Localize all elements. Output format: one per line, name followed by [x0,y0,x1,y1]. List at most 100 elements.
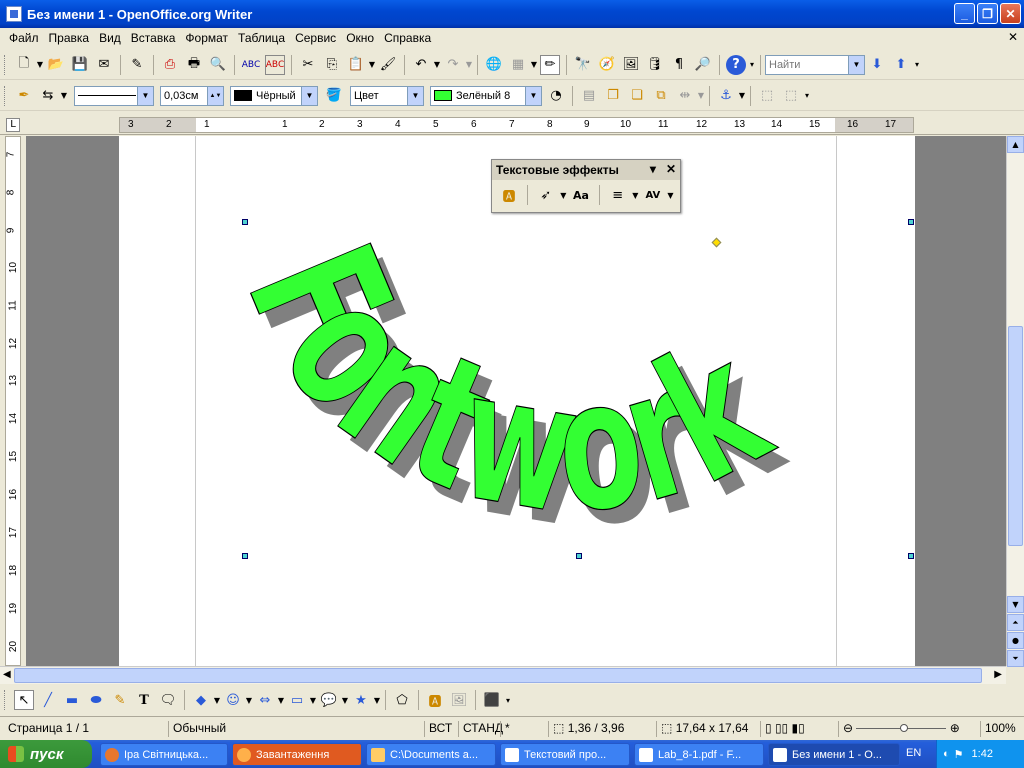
close-button[interactable]: ✕ [1000,3,1021,24]
table-dropdown-icon[interactable]: ▼ [530,55,538,75]
close-icon[interactable]: ✕ [666,162,676,176]
document-workarea[interactable]: Fontwork Fontwork [26,136,1006,666]
menu-view[interactable]: Вид [94,31,126,45]
print-icon[interactable]: 🖶 [184,55,204,75]
toolbar-menu-icon[interactable]: ▾ [650,162,656,176]
redo-icon[interactable]: ↷ [443,55,463,75]
clone-formatting-icon[interactable]: 🖌 [378,55,398,75]
fontwork-gallery-icon[interactable]: 🅰 [425,690,445,710]
multi-page-view-icon[interactable]: ▯▯ [775,721,788,735]
rectangle-tool-icon[interactable]: ▬ [62,690,82,710]
fontwork-toolbar-titlebar[interactable]: Текстовые эффекты ▾ ✕ [492,160,680,180]
fontwork-gallery-icon[interactable]: 🅰 [500,185,518,205]
callout-tool-icon[interactable]: 🗨 [158,690,178,710]
export-pdf-icon[interactable]: ⎙ [160,55,180,75]
hyperlink-icon[interactable]: 🌐 [484,55,504,75]
basic-shapes-icon[interactable]: ◆ [191,690,211,710]
menu-help[interactable]: Справка [379,31,436,45]
block-arrows-dropdown-icon[interactable]: ▼ [277,690,285,710]
print-preview-icon[interactable]: 🔍 [208,55,228,75]
toolbar-overflow-icon[interactable]: ▾ [748,55,756,75]
flowchart-icon[interactable]: ▭ [287,690,307,710]
fontwork-character-spacing-icon[interactable]: AV [644,185,662,205]
extrusion-icon[interactable]: ⬛ [482,690,502,710]
arrow-style-dropdown-icon[interactable]: ▼ [60,86,68,106]
horizontal-scroll-thumb[interactable] [14,668,982,683]
open-folder-icon[interactable]: 📂 [46,55,66,75]
menu-edit[interactable]: Правка [44,31,95,45]
chevron-down-icon[interactable]: ▼ [301,86,317,105]
status-page[interactable]: Страница 1 / 1 [8,721,89,737]
find-replace-icon[interactable]: 🔭 [573,55,593,75]
toolbar-grip[interactable] [4,85,8,106]
autospellcheck-icon[interactable]: ABC [265,54,285,75]
show-draw-functions-icon[interactable]: ✏ [540,54,560,75]
chevron-down-icon[interactable]: ▼ [137,86,153,105]
toolbar-grip[interactable] [4,690,8,710]
select-pointer-icon[interactable]: ↖ [14,690,34,710]
data-sources-icon[interactable]: 🛢 [645,55,665,75]
block-arrows-icon[interactable]: ⇔ [255,690,275,710]
taskbar-item-downloads[interactable]: Завантаження [232,743,362,766]
fontwork-shape-icon[interactable]: ➶ [537,185,555,205]
spellcheck-icon[interactable]: ABC [241,55,261,75]
selection-handle[interactable] [242,219,248,225]
undo-dropdown-icon[interactable]: ▼ [433,55,441,75]
restore-button[interactable]: ❐ [977,3,998,24]
status-modified[interactable]: * [500,721,510,737]
tab-type-icon[interactable]: L [6,118,20,132]
paste-dropdown-icon[interactable]: ▼ [368,55,376,75]
shadow-icon[interactable]: ◔ [546,86,566,106]
points-icon[interactable]: ⬠ [392,690,412,710]
undo-icon[interactable]: ↶ [411,55,431,75]
ellipse-tool-icon[interactable]: ⬬ [86,690,106,710]
anchor-dropdown-icon[interactable]: ▼ [738,86,746,106]
symbol-shapes-dropdown-icon[interactable]: ▼ [245,690,253,710]
new-dropdown-icon[interactable]: ▼ [36,55,44,75]
fontwork-same-height-icon[interactable]: Aa [572,185,590,205]
selection-handle[interactable] [576,553,582,559]
menu-tools[interactable]: Сервис [290,31,341,45]
document-close-icon[interactable]: ✕ [1008,30,1018,44]
selection-handle[interactable] [242,553,248,559]
status-page-style[interactable]: Обычный [168,721,226,737]
line-icon[interactable]: ✒ [14,86,34,106]
group-icon[interactable]: ⬚ [757,86,777,106]
vertical-scrollbar[interactable]: ▲ ▼ ⏶ ● ⏷ [1006,136,1024,667]
line-style-select[interactable]: ▼ [74,85,154,106]
status-zoom[interactable]: 100% [980,721,1016,737]
align-dropdown-icon[interactable]: ▼ [697,86,705,106]
zoom-slider[interactable]: ⊖ ⊕ [838,721,960,737]
flowchart-dropdown-icon[interactable]: ▼ [309,690,317,710]
paste-icon[interactable]: 📋 [346,55,366,75]
taskbar-item-explorer[interactable]: C:\Documents a... [366,743,496,766]
basic-shapes-dropdown-icon[interactable]: ▼ [213,690,221,710]
area-type-select[interactable]: Цвет ▼ [350,85,424,106]
selection-handle[interactable] [908,553,914,559]
taskbar-item-pdf[interactable]: Lab_8-1.pdf - F... [634,743,764,766]
copy-icon[interactable]: ⎘ [322,55,342,75]
navigation-icon[interactable]: ● [1007,632,1024,649]
toolbar-overflow-icon[interactable]: ▾ [504,690,512,710]
help-icon[interactable]: ? [726,54,746,75]
text-tool-icon[interactable]: T [134,690,154,710]
zoom-slider-track[interactable] [856,724,947,733]
language-indicator[interactable]: EN [906,747,921,759]
to-foreground-icon[interactable]: ❏ [627,86,647,106]
edit-file-icon[interactable]: ✎ [127,55,147,75]
network-icon[interactable]: ◐ [943,748,950,760]
callouts-dropdown-icon[interactable]: ▼ [341,690,349,710]
flag-icon[interactable]: ⚑ [954,748,964,761]
taskbar-item-firefox-ira[interactable]: Іра Світницька... [100,743,228,766]
formatting-marks-icon[interactable]: ¶ [669,55,689,75]
horizontal-ruler[interactable]: L 3 2 1 1 2 3 4 5 6 7 8 9 10 11 12 13 14… [0,115,1024,135]
spin-icon[interactable]: ▲▼ [207,86,223,105]
fontwork-alignment-dropdown-icon[interactable]: ▼ [632,185,639,205]
fontwork-object[interactable]: Fontwork Fontwork [119,136,915,666]
stars-dropdown-icon[interactable]: ▼ [373,690,381,710]
align-icon[interactable]: ⇹ [675,86,695,106]
new-document-icon[interactable]: 🗋 [14,55,34,75]
chevron-down-icon[interactable]: ▼ [848,55,864,74]
find-toolbar-overflow-icon[interactable]: ▾ [913,55,921,75]
stars-icon[interactable]: ★ [351,690,371,710]
